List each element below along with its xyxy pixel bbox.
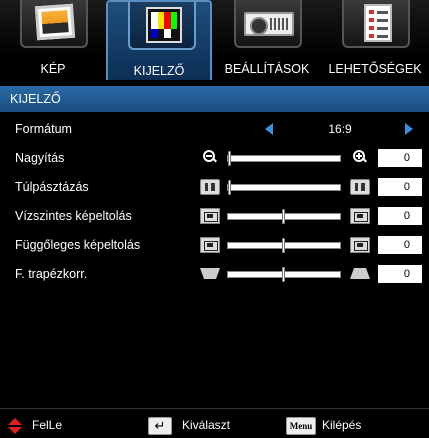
options-list-icon	[364, 4, 392, 42]
zoom-value: 0	[378, 149, 422, 167]
tab-label: KÉP	[40, 62, 66, 76]
keystone-narrow-icon	[200, 268, 220, 279]
menu-row-format[interactable]: Formátum 16:9	[0, 116, 429, 142]
tab-label: KIJELZŐ	[133, 64, 185, 78]
menu-key-icon: Menu	[286, 417, 316, 435]
v-position-slider[interactable]	[227, 238, 341, 253]
tab-bar: KÉP KIJELZŐ BEÁLLÍTÁSOK LEHETŐSÉGEK	[0, 0, 429, 80]
h-position-left-icon	[200, 208, 220, 224]
slider-knob[interactable]	[282, 209, 285, 224]
slider-knob[interactable]	[228, 151, 231, 166]
slider-knob[interactable]	[228, 180, 231, 195]
arrow-left-icon[interactable]	[265, 123, 273, 135]
picture-icon	[34, 3, 76, 41]
slider-knob[interactable]	[282, 267, 285, 282]
tab-label: BEÁLLÍTÁSOK	[224, 62, 310, 76]
tab-kep[interactable]: KÉP	[0, 0, 106, 80]
overscan-slider[interactable]	[227, 180, 341, 195]
menu-row-label: Függőleges képeltolás	[15, 238, 141, 252]
overscan-value: 0	[378, 178, 422, 196]
menu-row-label: Túlpásztázás	[15, 180, 89, 194]
menu-row-label: Nagyítás	[15, 151, 65, 165]
hint-exit: Menu Kilépés	[0, 415, 420, 435]
tab-lehetosegek[interactable]: LEHETŐSÉGEK	[322, 0, 428, 80]
menu-row-overscan[interactable]: Túlpásztázás 0	[0, 174, 429, 200]
zoom-slider[interactable]	[227, 151, 341, 166]
slider-knob[interactable]	[282, 238, 285, 253]
zoom-out-icon	[203, 150, 217, 164]
tab-icon-box	[234, 0, 302, 48]
hint-label: Kilépés	[322, 418, 362, 432]
overscan-decrease-icon	[200, 179, 220, 195]
keystone-slider[interactable]	[227, 267, 341, 282]
h-position-right-icon	[350, 208, 370, 224]
footer-hints: FelLe ↵ Kiválaszt Menu Kilépés	[0, 408, 429, 438]
keystone-value: 0	[378, 265, 422, 283]
projector-icon	[244, 12, 294, 36]
section-title: KIJELZŐ	[0, 86, 429, 112]
arrow-right-icon[interactable]	[405, 123, 413, 135]
menu-row-keystone[interactable]: F. trapézkorr. 0	[0, 261, 429, 287]
tab-icon-box	[20, 0, 88, 48]
menu-row-v-position[interactable]: Függőleges képeltolás 0	[0, 232, 429, 258]
format-value: 16:9	[328, 122, 352, 136]
menu-row-label: F. trapézkorr.	[15, 267, 88, 281]
tab-icon-box	[342, 0, 410, 48]
h-position-slider[interactable]	[227, 209, 341, 224]
h-position-value: 0	[378, 207, 422, 225]
zoom-in-icon	[353, 150, 367, 164]
tab-icon-box	[128, 2, 196, 50]
keystone-wide-icon	[350, 268, 370, 279]
menu-row-label: Vízszintes képeltolás	[15, 209, 132, 223]
v-position-value: 0	[378, 236, 422, 254]
display-icon	[146, 7, 182, 43]
tab-kijelzo[interactable]: KIJELZŐ	[106, 0, 212, 80]
v-position-down-icon	[200, 237, 220, 253]
v-position-up-icon	[350, 237, 370, 253]
tab-label: LEHETŐSÉGEK	[328, 62, 422, 76]
menu-row-zoom[interactable]: Nagyítás 0	[0, 145, 429, 171]
menu-row-label: Formátum	[15, 122, 72, 136]
menu-row-h-position[interactable]: Vízszintes képeltolás 0	[0, 203, 429, 229]
overscan-increase-icon	[350, 179, 370, 195]
tab-beallitasok[interactable]: BEÁLLÍTÁSOK	[214, 0, 320, 80]
